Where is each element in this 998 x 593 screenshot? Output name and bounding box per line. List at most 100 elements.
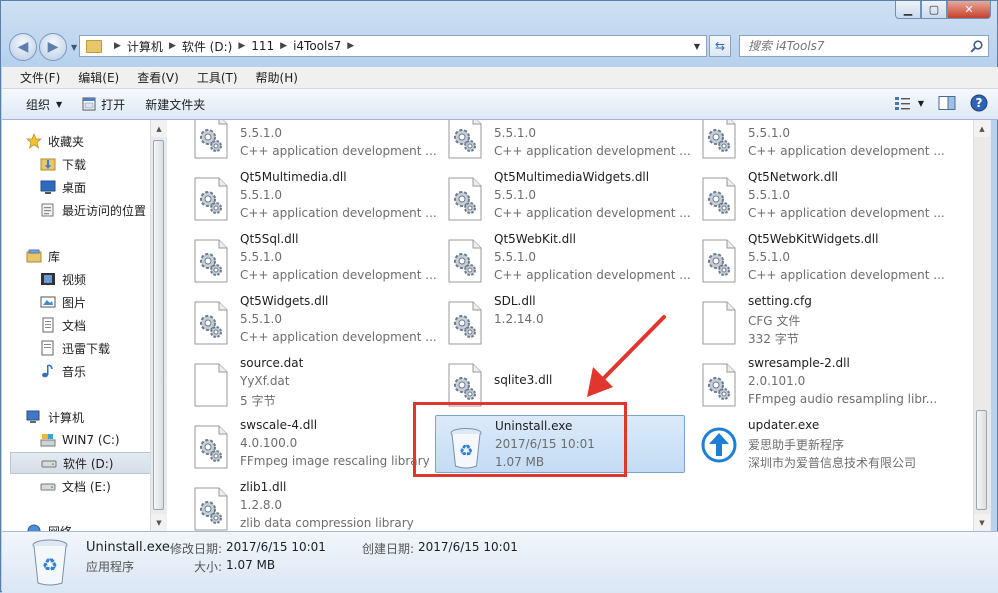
nav-favorites[interactable]: 收藏夹 <box>26 130 150 152</box>
scroll-up-icon[interactable]: ▲ <box>974 120 990 137</box>
file-item[interactable]: Qt5WebKitWidgets.dll 5.5.1.0 C++ applicati… <box>675 229 945 287</box>
help-button[interactable]: ? <box>970 94 988 112</box>
breadcrumb-chevron-icon[interactable]: ▶ <box>114 41 121 51</box>
nav-videos[interactable]: 视频 <box>40 268 150 290</box>
maximize-button[interactable]: ▢ <box>921 1 947 19</box>
thunder-download-icon <box>40 340 56 356</box>
file-detail-line-2: 5 字节 <box>240 394 276 408</box>
file-item[interactable]: Qt5Network.dll 5.5.1.0 C++ application dev… <box>675 167 945 225</box>
nav-libraries[interactable]: 库 <box>26 245 150 267</box>
open-button[interactable]: 打开 <box>72 96 135 113</box>
file-item[interactable]: 5.5.1.0 C++ application development ... <box>167 120 437 163</box>
file-item[interactable]: Qt5Widgets.dll 5.5.1.0 C++ application dev… <box>167 291 437 349</box>
file-item[interactable]: Qt5WebKit.dll 5.5.1.0 C++ application deve… <box>421 229 691 287</box>
forward-button[interactable]: ▶ <box>39 33 67 61</box>
file-item[interactable]: Qt5MultimediaWidgets.dll 5.5.1.0 C++ appli… <box>421 167 691 225</box>
change-view-button[interactable]: ▼ <box>894 95 924 111</box>
nav-recent-places[interactable]: 最近访问的位置 <box>40 199 150 221</box>
file-item[interactable]: swresample-2.dll 2.0.101.0 FFmpeg audio re… <box>675 353 937 411</box>
nav-desktop[interactable]: 桌面 <box>40 176 150 198</box>
menu-view[interactable]: 查看(V) <box>131 69 185 86</box>
dll-gear-icon <box>701 363 737 407</box>
file-item[interactable]: zlib1.dll 1.2.8.0 zlib data compression li… <box>167 477 417 531</box>
breadcrumb-chevron-icon[interactable]: ▶ <box>238 41 245 51</box>
scroll-thumb[interactable] <box>976 410 987 510</box>
file-name: Qt5Sql.dll <box>240 232 299 246</box>
file-item[interactable]: SDL.dll 1.2.14.0 <box>421 291 671 349</box>
nav-downloads[interactable]: 下载 <box>40 153 150 175</box>
preview-pane-icon <box>938 96 956 110</box>
minimize-icon: ▁ <box>903 3 913 16</box>
file-name: updater.exe <box>748 418 820 432</box>
address-dropdown-icon[interactable]: ▼ <box>694 42 700 51</box>
file-item[interactable]: Qt5Multimedia.dll 5.5.1.0 C++ application … <box>167 167 437 225</box>
dll-gear-icon <box>193 425 229 469</box>
file-name: swresample-2.dll <box>748 356 850 370</box>
menu-help[interactable]: 帮助(H) <box>250 69 304 86</box>
breadcrumb-drive-d[interactable]: 软件 (D:) <box>182 38 232 55</box>
back-button[interactable]: ◀ <box>9 33 37 61</box>
dll-gear-icon <box>447 363 483 407</box>
file-detail-line-2: C++ application development ... <box>494 144 691 158</box>
breadcrumb-folder-111[interactable]: 111 <box>251 39 274 53</box>
chevron-down-icon[interactable]: ▼ <box>918 99 924 108</box>
file-item[interactable]: 5.5.1.0 C++ application development ... <box>675 120 945 163</box>
file-item[interactable]: 5.5.1.0 C++ application development ... <box>421 120 691 163</box>
file-item[interactable]: source.dat YyXf.dat 5 字节 <box>167 353 417 411</box>
file-detail-line-1: 5.5.1.0 <box>748 188 790 202</box>
file-detail-line-1: 爱思助手更新程序 <box>748 438 845 452</box>
menu-edit[interactable]: 编辑(E) <box>72 69 125 86</box>
organize-button[interactable]: 组织 ▼ <box>2 96 72 113</box>
details-modified-value: 2017/6/15 10:01 <box>226 540 326 554</box>
file-item[interactable]: Qt5Sql.dll 5.5.1.0 C++ application develop… <box>167 229 437 287</box>
nav-computer[interactable]: 计算机 <box>26 406 150 428</box>
breadcrumb-folder-i4tools7[interactable]: i4Tools7 <box>293 39 341 53</box>
navigation-scrollbar[interactable]: ▲ ▼ <box>150 120 167 531</box>
file-item[interactable]: setting.cfg CFG 文件 332 字节 <box>675 291 925 349</box>
minimize-button[interactable]: ▁ <box>895 1 921 19</box>
svg-text:?: ? <box>976 96 983 110</box>
nav-drive-e[interactable]: 文档 (E:) <box>40 475 150 497</box>
update-arrow-icon <box>701 425 737 469</box>
maximize-icon: ▢ <box>928 3 940 16</box>
file-name: Qt5Widgets.dll <box>240 294 329 308</box>
file-name: zlib1.dll <box>240 480 287 494</box>
breadcrumb-computer[interactable]: 计算机 <box>127 38 163 55</box>
nav-music[interactable]: 音乐 <box>40 360 150 382</box>
scroll-thumb[interactable] <box>153 140 164 510</box>
file-detail-line-1: 2.0.101.0 <box>748 374 806 388</box>
nav-network[interactable]: 网络 <box>26 520 150 531</box>
folder-icon <box>86 39 102 53</box>
recent-pages-dropdown[interactable]: ▼ <box>71 43 77 52</box>
dll-gear-icon <box>193 239 229 283</box>
nav-drive-d[interactable]: 软件 (D:) <box>10 452 150 474</box>
address-bar[interactable]: ▶ 计算机 ▶ 软件 (D:) ▶ 111 ▶ i4Tools7 ▶ ▼ <box>79 35 707 57</box>
search-icon[interactable] <box>970 39 983 53</box>
file-list-scrollbar[interactable]: ▲ ▼ <box>973 120 991 531</box>
scroll-down-icon[interactable]: ▼ <box>151 514 167 531</box>
file-item[interactable]: updater.exe 爱思助手更新程序 深圳市为爱普信息技术有限公司 <box>675 415 925 473</box>
file-item[interactable]: swscale-4.dll 4.0.100.0 FFmpeg image resca… <box>167 415 430 473</box>
breadcrumb-chevron-icon[interactable]: ▶ <box>347 41 354 51</box>
nav-thunder-downloads[interactable]: 迅雷下载 <box>40 337 150 359</box>
search-input[interactable] <box>740 38 965 54</box>
breadcrumb-chevron-icon[interactable]: ▶ <box>169 41 176 51</box>
new-folder-button[interactable]: 新建文件夹 <box>135 96 215 113</box>
file-detail-line-1: 5.5.1.0 <box>494 188 536 202</box>
preview-pane-button[interactable] <box>938 95 956 111</box>
library-icon <box>26 248 42 264</box>
search-box <box>739 35 989 57</box>
close-button[interactable]: ✕ <box>947 1 991 19</box>
menu-tools[interactable]: 工具(T) <box>191 69 244 86</box>
nav-pictures[interactable]: 图片 <box>40 291 150 313</box>
dll-gear-icon <box>701 120 737 159</box>
dll-gear-icon <box>193 120 229 159</box>
scroll-up-icon[interactable]: ▲ <box>151 120 167 137</box>
file-detail-line-1: CFG 文件 <box>748 314 801 328</box>
nav-documents[interactable]: 文档 <box>40 314 150 336</box>
nav-drive-c[interactable]: WIN7 (C:) <box>40 429 150 451</box>
breadcrumb-chevron-icon[interactable]: ▶ <box>280 41 287 51</box>
scroll-down-icon[interactable]: ▼ <box>974 514 990 531</box>
menu-file[interactable]: 文件(F) <box>14 69 66 86</box>
refresh-button[interactable]: ⇆ <box>709 35 731 57</box>
